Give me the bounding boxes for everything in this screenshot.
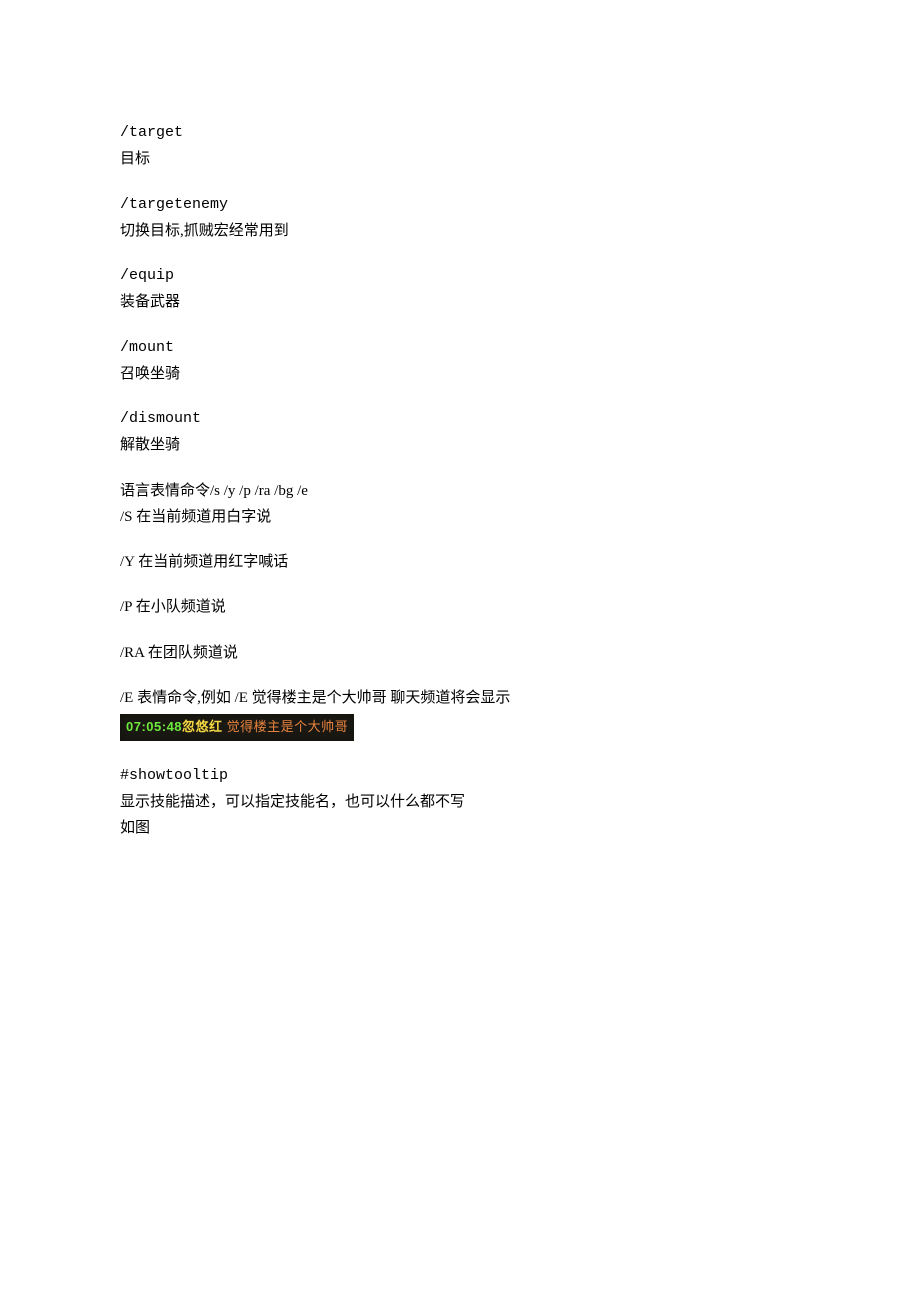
section-speech-p: /P 在小队频道说 (120, 594, 800, 620)
speech-ra: /RA 在团队频道说 (120, 640, 800, 666)
section-showtooltip: #showtooltip 显示技能描述，可以指定技能名，也可以什么都不写 如图 (120, 763, 800, 842)
desc-equip: 装备武器 (120, 289, 800, 315)
chat-time: 07:05:48 (126, 719, 182, 734)
section-speech-e: /E 表情命令,例如 /E 觉得楼主是个大帅哥 聊天频道将会显示 07:05:4… (120, 685, 800, 744)
desc-showtooltip: 显示技能描述，可以指定技能名，也可以什么都不写 (120, 789, 800, 815)
cmd-equip: /equip (120, 263, 800, 289)
section-dismount: /dismount 解散坐骑 (120, 406, 800, 459)
section-mount: /mount 召唤坐骑 (120, 335, 800, 388)
desc-mount: 召唤坐骑 (120, 361, 800, 387)
desc-targetenemy: 切换目标,抓贼宏经常用到 (120, 218, 800, 244)
desc-dismount: 解散坐骑 (120, 432, 800, 458)
desc-target: 目标 (120, 146, 800, 172)
speech-header: 语言表情命令/s /y /p /ra /bg /e (120, 478, 800, 504)
cmd-showtooltip: #showtooltip (120, 763, 800, 789)
cmd-target: /target (120, 120, 800, 146)
cmd-mount: /mount (120, 335, 800, 361)
section-targetenemy: /targetenemy 切换目标,抓贼宏经常用到 (120, 192, 800, 245)
cmd-dismount: /dismount (120, 406, 800, 432)
section-target: /target 目标 (120, 120, 800, 173)
section-speech-y: /Y 在当前频道用红字喊话 (120, 549, 800, 575)
chat-screenshot: 07:05:48忽悠红 觉得楼主是个大帅哥 (120, 714, 354, 741)
speech-s: /S 在当前频道用白字说 (120, 504, 800, 530)
cmd-targetenemy: /targetenemy (120, 192, 800, 218)
section-speech-ra: /RA 在团队频道说 (120, 640, 800, 666)
section-speech: 语言表情命令/s /y /p /ra /bg /e /S 在当前频道用白字说 (120, 478, 800, 531)
section-equip: /equip 装备武器 (120, 263, 800, 316)
speech-y: /Y 在当前频道用红字喊话 (120, 549, 800, 575)
chat-msg: 觉得楼主是个大帅哥 (223, 719, 349, 734)
speech-e: /E 表情命令,例如 /E 觉得楼主是个大帅哥 聊天频道将会显示 (120, 685, 800, 711)
chat-name: 忽悠红 (182, 719, 223, 734)
speech-p: /P 在小队频道说 (120, 594, 800, 620)
note-showtooltip: 如图 (120, 815, 800, 841)
